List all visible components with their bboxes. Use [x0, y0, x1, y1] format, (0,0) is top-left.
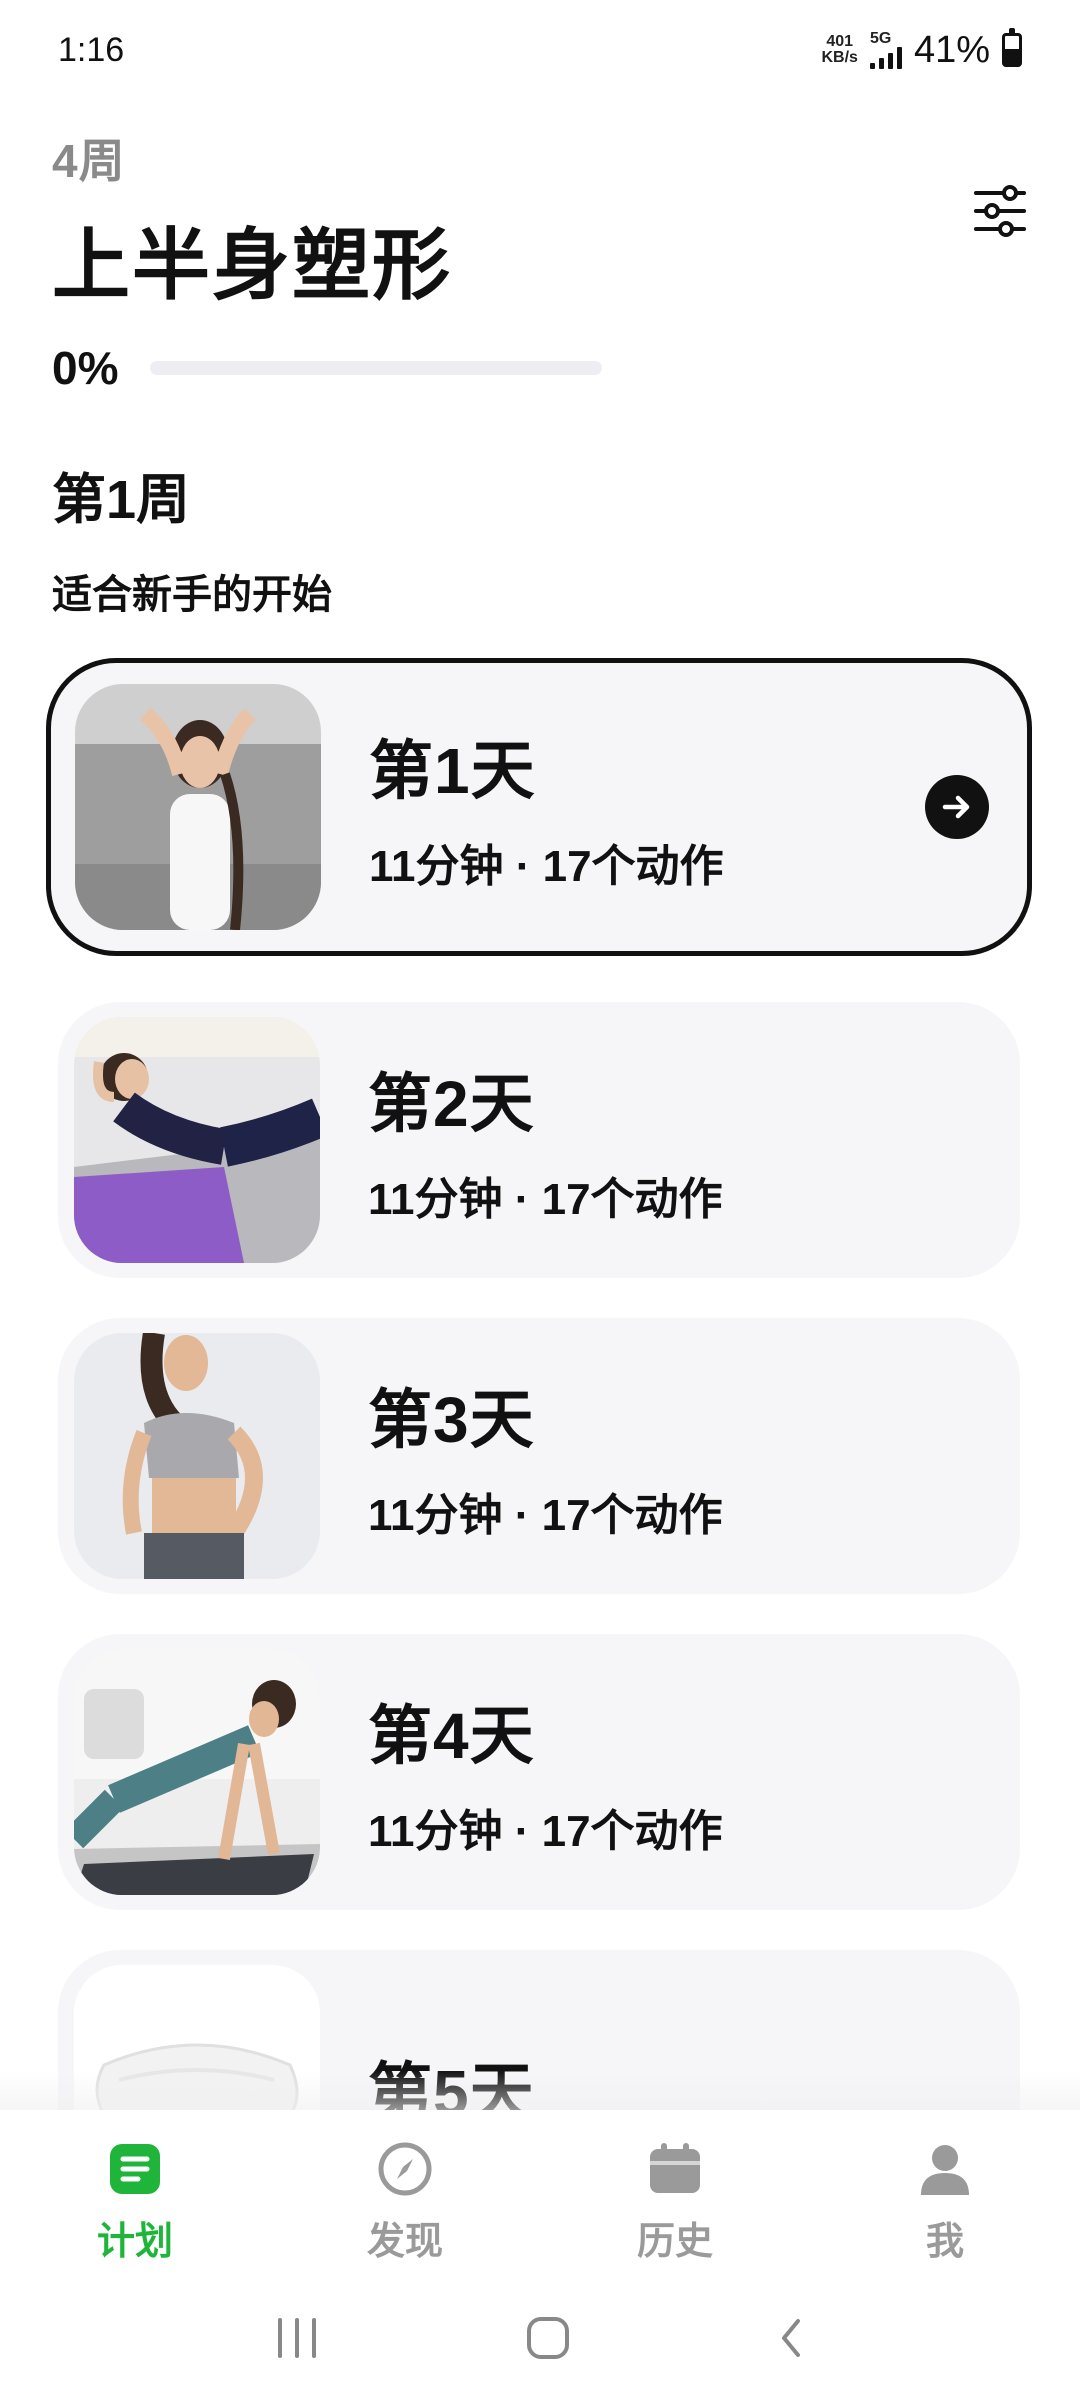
day-2-text: 第2天 11分钟 · 17个动作 [368, 1053, 723, 1227]
system-nav [0, 2280, 1080, 2400]
recents-icon [277, 2317, 316, 2358]
start-day-button[interactable] [925, 775, 989, 839]
network-speed: 401 KB/s [821, 33, 858, 66]
calendar-icon [646, 2140, 704, 2198]
status-time: 1:16 [58, 30, 125, 69]
week-section: 第1周 适合新手的开始 [52, 455, 1028, 620]
nav-history[interactable]: 历史 [575, 2140, 775, 2265]
day-3-text: 第3天 11分钟 · 17个动作 [368, 1369, 723, 1543]
battery-percent: 41% [913, 28, 990, 71]
plan-header: 4周 上半身塑形 0% [52, 125, 1028, 395]
back-button[interactable] [774, 2315, 808, 2366]
compass-icon [376, 2140, 434, 2198]
arrow-right-icon [942, 795, 970, 819]
week-subtitle: 适合新手的开始 [52, 573, 332, 617]
day-title: 第1天 [369, 735, 536, 807]
progress-bar [150, 361, 602, 375]
day-4-text: 第4天 11分钟 · 17个动作 [368, 1685, 723, 1859]
day-title: 第2天 [368, 1068, 535, 1140]
day-3-image [74, 1333, 320, 1579]
status-icons: 401 KB/s 5G 41% [821, 28, 1022, 72]
network-indicator: 5G [869, 30, 902, 69]
back-icon [782, 2318, 801, 2357]
nav-me[interactable]: 我 [845, 2140, 1045, 2265]
day-card-4[interactable]: 第4天 11分钟 · 17个动作 [58, 1634, 1020, 1910]
sliders-icon [974, 185, 1026, 237]
day-title: 第3天 [368, 1384, 535, 1456]
day-meta: 11分钟 · 17个动作 [368, 1807, 723, 1856]
nav-label: 发现 [366, 2221, 443, 2263]
progress-row: 0% [52, 341, 1028, 395]
profile-icon [916, 2140, 974, 2198]
day-4-image [74, 1649, 320, 1895]
nav-label: 历史 [636, 2221, 713, 2263]
plan-duration: 4周 [52, 135, 126, 187]
progress-percent: 0% [52, 342, 119, 394]
day-2-image [74, 1017, 320, 1263]
day-meta: 11分钟 · 17个动作 [369, 842, 724, 891]
status-bar: 1:16 401 KB/s 5G 41% [0, 0, 1080, 100]
nav-discover[interactable]: 发现 [305, 2140, 505, 2265]
home-button[interactable] [525, 2315, 571, 2366]
recent-apps-button[interactable] [272, 2316, 322, 2365]
battery-icon [1002, 28, 1022, 67]
nav-label: 我 [925, 2221, 964, 2263]
scroll-fade [0, 2070, 1080, 2110]
plan-icon [106, 2140, 164, 2198]
day-card-3[interactable]: 第3天 11分钟 · 17个动作 [58, 1318, 1020, 1594]
day-meta: 11分钟 · 17个动作 [368, 1491, 723, 1540]
nav-plan[interactable]: 计划 [35, 2140, 235, 2265]
page-title: 上半身塑形 [52, 221, 453, 309]
day-card-1[interactable]: 第1天 11分钟 · 17个动作 [46, 658, 1032, 956]
day-1-text: 第1天 11分钟 · 17个动作 [369, 720, 724, 894]
bottom-nav: 计划 发现 历史 我 [0, 2110, 1080, 2280]
day-meta: 11分钟 · 17个动作 [368, 1175, 723, 1224]
filter-settings-button[interactable] [972, 183, 1028, 239]
nav-label: 计划 [96, 2221, 173, 2263]
signal-icon [869, 47, 902, 69]
week-title: 第1周 [52, 470, 191, 530]
network-type: 5G [869, 30, 892, 47]
day-title: 第4天 [368, 1700, 535, 1772]
home-icon [526, 2316, 569, 2359]
day-card-2[interactable]: 第2天 11分钟 · 17个动作 [58, 1002, 1020, 1278]
day-1-image [75, 684, 321, 930]
